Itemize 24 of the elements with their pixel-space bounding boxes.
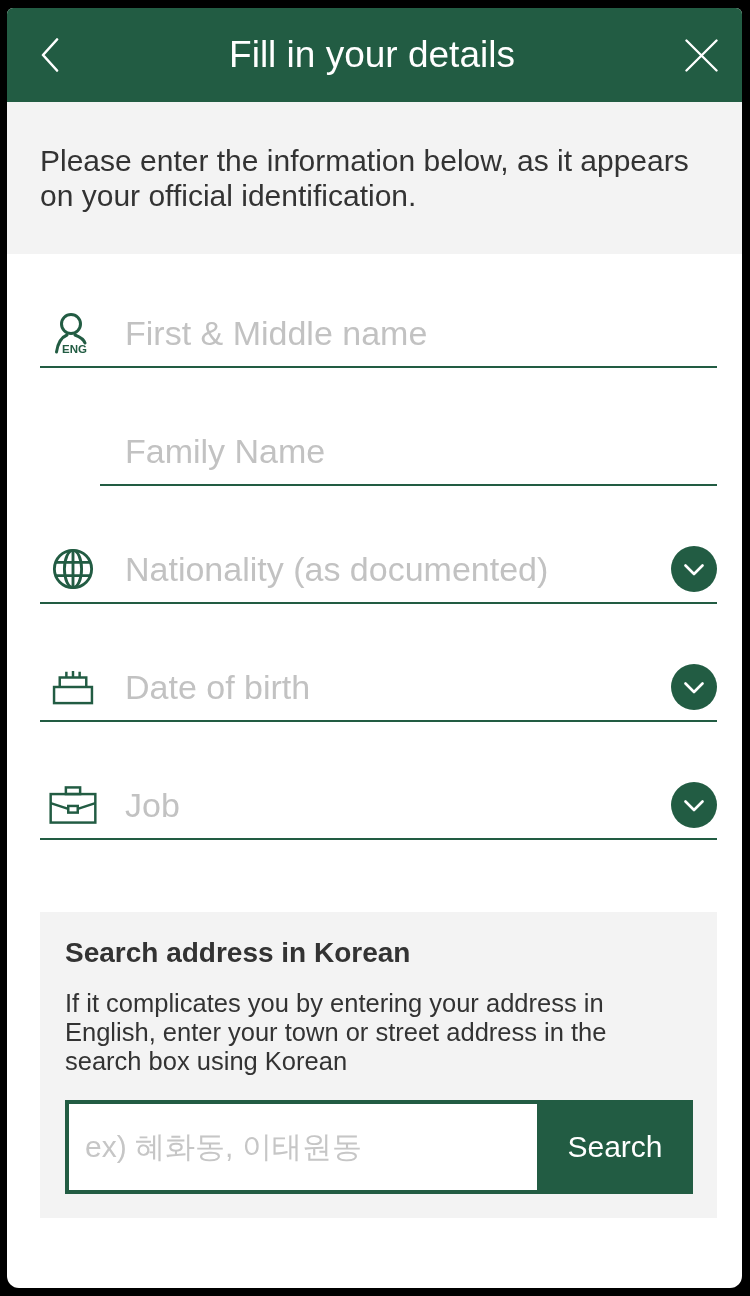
search-button[interactable]: Search [537, 1100, 693, 1194]
dropdown-button[interactable] [671, 546, 717, 592]
back-button[interactable] [41, 38, 59, 72]
screen-title: Fill in your details [229, 33, 515, 77]
dropdown-button[interactable] [671, 664, 717, 710]
close-button[interactable] [685, 38, 718, 72]
dropdown-field[interactable]: Job [125, 782, 671, 828]
chevron-down-icon [684, 564, 704, 576]
text-field[interactable]: First & Middle name [125, 310, 717, 356]
close-icon [685, 38, 718, 72]
address-search-field[interactable]: ex) 혜화동, 이태원동 [65, 1100, 537, 1194]
dropdown-button[interactable] [671, 782, 717, 828]
address-search-description: If it complicates you by entering your address in English, enter your town or street address in the search box using Korean [65, 989, 608, 1076]
briefcase-icon [49, 786, 97, 824]
cake-icon [52, 669, 94, 705]
address-search-title: Search address in Korean [65, 936, 412, 970]
chevron-left-icon [41, 38, 59, 72]
chevron-down-icon [684, 800, 704, 812]
globe-icon [52, 548, 94, 590]
chevron-down-icon [684, 682, 704, 694]
dropdown-field[interactable]: Date of birth [125, 664, 671, 710]
dropdown-field[interactable]: Nationality (as documented) [125, 546, 671, 592]
text-field[interactable]: Family Name [125, 428, 717, 474]
intro-text: Please enter the information below, as it appears on your official identification. [40, 143, 690, 213]
